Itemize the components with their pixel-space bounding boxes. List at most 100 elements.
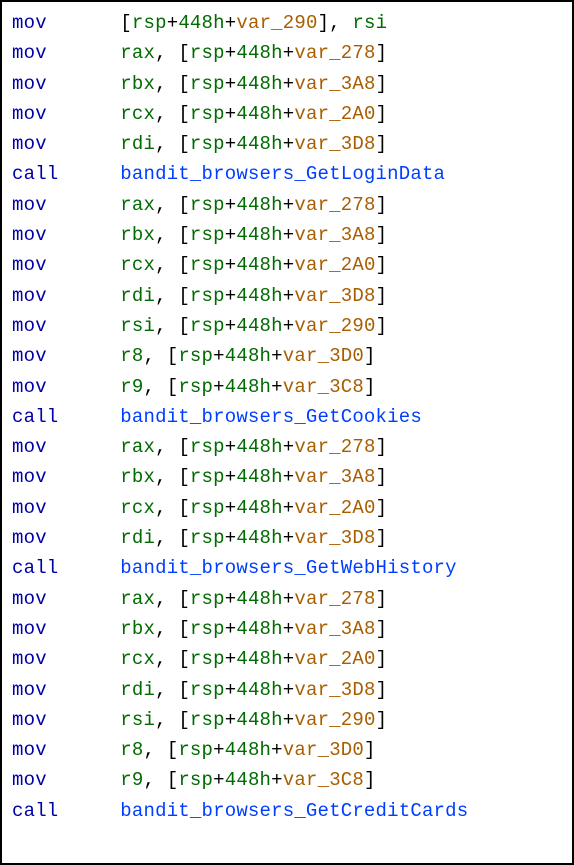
asm-line[interactable]: movr9, [rsp+448h+var_3C8] [12,372,562,402]
punct-token: + [225,497,237,519]
mnemonic: mov [12,220,120,250]
punct-token: ] [376,73,388,95]
func-token: bandit_browsers_GetCreditCards [120,800,468,822]
var-token: var_3D0 [283,739,364,761]
asm-line[interactable]: movrcx, [rsp+448h+var_2A0] [12,644,562,674]
punct-token: + [283,254,295,276]
asm-line[interactable]: movrax, [rsp+448h+var_278] [12,432,562,462]
asm-line[interactable]: callbandit_browsers_GetLoginData [12,159,562,189]
reg-token: rsp [190,285,225,307]
asm-line[interactable]: movrdi, [rsp+448h+var_3D8] [12,675,562,705]
punct-token: , [ [144,345,179,367]
mnemonic: mov [12,523,120,553]
var-token: var_3D0 [283,345,364,367]
asm-line[interactable]: movrdi, [rsp+448h+var_3D8] [12,129,562,159]
var-token: var_3A8 [294,224,375,246]
punct-token: , [ [155,285,190,307]
asm-line[interactable]: movrbx, [rsp+448h+var_3A8] [12,69,562,99]
hex-token: 448h [236,679,282,701]
asm-line[interactable]: callbandit_browsers_GetCreditCards [12,796,562,826]
var-token: var_2A0 [294,497,375,519]
func-token: bandit_browsers_GetCookies [120,406,422,428]
punct-token: + [283,588,295,610]
asm-line[interactable]: movrax, [rsp+448h+var_278] [12,38,562,68]
asm-line[interactable]: movrsi, [rsp+448h+var_290] [12,311,562,341]
punct-token: + [283,648,295,670]
asm-line[interactable]: mov[rsp+448h+var_290], rsi [12,8,562,38]
punct-token: ] [376,194,388,216]
asm-line[interactable]: movrcx, [rsp+448h+var_2A0] [12,493,562,523]
reg-token: rcx [120,103,155,125]
mnemonic: call [12,553,120,583]
asm-line[interactable]: callbandit_browsers_GetCookies [12,402,562,432]
punct-token: + [225,679,237,701]
mnemonic: mov [12,372,120,402]
reg-token: rsp [178,769,213,791]
reg-token: rcx [120,254,155,276]
var-token: var_2A0 [294,103,375,125]
asm-line[interactable]: movr8, [rsp+448h+var_3D0] [12,735,562,765]
punct-token: + [283,679,295,701]
punct-token: ] [364,769,376,791]
var-token: var_3D8 [294,285,375,307]
hex-token: 448h [225,376,271,398]
reg-token: rsp [190,679,225,701]
punct-token: , [ [155,648,190,670]
asm-line[interactable]: movrax, [rsp+448h+var_278] [12,584,562,614]
punct-token: , [ [144,376,179,398]
reg-token: rdi [120,679,155,701]
reg-token: rcx [120,497,155,519]
reg-token: rsp [190,133,225,155]
asm-line[interactable]: movrsi, [rsp+448h+var_290] [12,705,562,735]
punct-token: ] [376,679,388,701]
reg-token: rsp [190,466,225,488]
punct-token: , [ [155,224,190,246]
mnemonic: call [12,796,120,826]
hex-token: 448h [236,436,282,458]
var-token: var_278 [294,588,375,610]
var-token: var_290 [236,12,317,34]
mnemonic: mov [12,765,120,795]
punct-token: , [ [155,618,190,640]
asm-line[interactable]: movrbx, [rsp+448h+var_3A8] [12,614,562,644]
reg-token: rsp [190,315,225,337]
punct-token: + [283,527,295,549]
punct-token: ] [376,648,388,670]
punct-token: + [283,315,295,337]
asm-line[interactable]: movrdi, [rsp+448h+var_3D8] [12,523,562,553]
punct-token: , [ [155,527,190,549]
mnemonic: mov [12,493,120,523]
punct-token: + [283,133,295,155]
punct-token: + [225,194,237,216]
punct-token: , [ [155,588,190,610]
func-token: bandit_browsers_GetLoginData [120,163,445,185]
asm-line[interactable]: movrdi, [rsp+448h+var_3D8] [12,281,562,311]
asm-line[interactable]: movr8, [rsp+448h+var_3D0] [12,341,562,371]
reg-token: rax [120,588,155,610]
punct-token: + [225,709,237,731]
punct-token: , [ [155,103,190,125]
reg-token: rsp [190,436,225,458]
var-token: var_3D8 [294,527,375,549]
var-token: var_278 [294,194,375,216]
asm-line[interactable]: movrcx, [rsp+448h+var_2A0] [12,250,562,280]
reg-token: rsp [190,224,225,246]
punct-token: ] [376,497,388,519]
mnemonic: mov [12,281,120,311]
asm-line[interactable]: movr9, [rsp+448h+var_3C8] [12,765,562,795]
disassembly-view[interactable]: mov[rsp+448h+var_290], rsimovrax, [rsp+4… [12,8,562,826]
asm-line[interactable]: movrax, [rsp+448h+var_278] [12,190,562,220]
asm-line[interactable]: callbandit_browsers_GetWebHistory [12,553,562,583]
reg-token: rsp [178,376,213,398]
hex-token: 448h [236,285,282,307]
punct-token: + [283,224,295,246]
punct-token: + [213,345,225,367]
reg-token: rsi [352,12,387,34]
punct-token: , [ [155,709,190,731]
asm-line[interactable]: movrbx, [rsp+448h+var_3A8] [12,462,562,492]
mnemonic: mov [12,190,120,220]
asm-line[interactable]: movrbx, [rsp+448h+var_3A8] [12,220,562,250]
asm-line[interactable]: movrcx, [rsp+448h+var_2A0] [12,99,562,129]
hex-token: 448h [225,345,271,367]
hex-token: 448h [236,103,282,125]
